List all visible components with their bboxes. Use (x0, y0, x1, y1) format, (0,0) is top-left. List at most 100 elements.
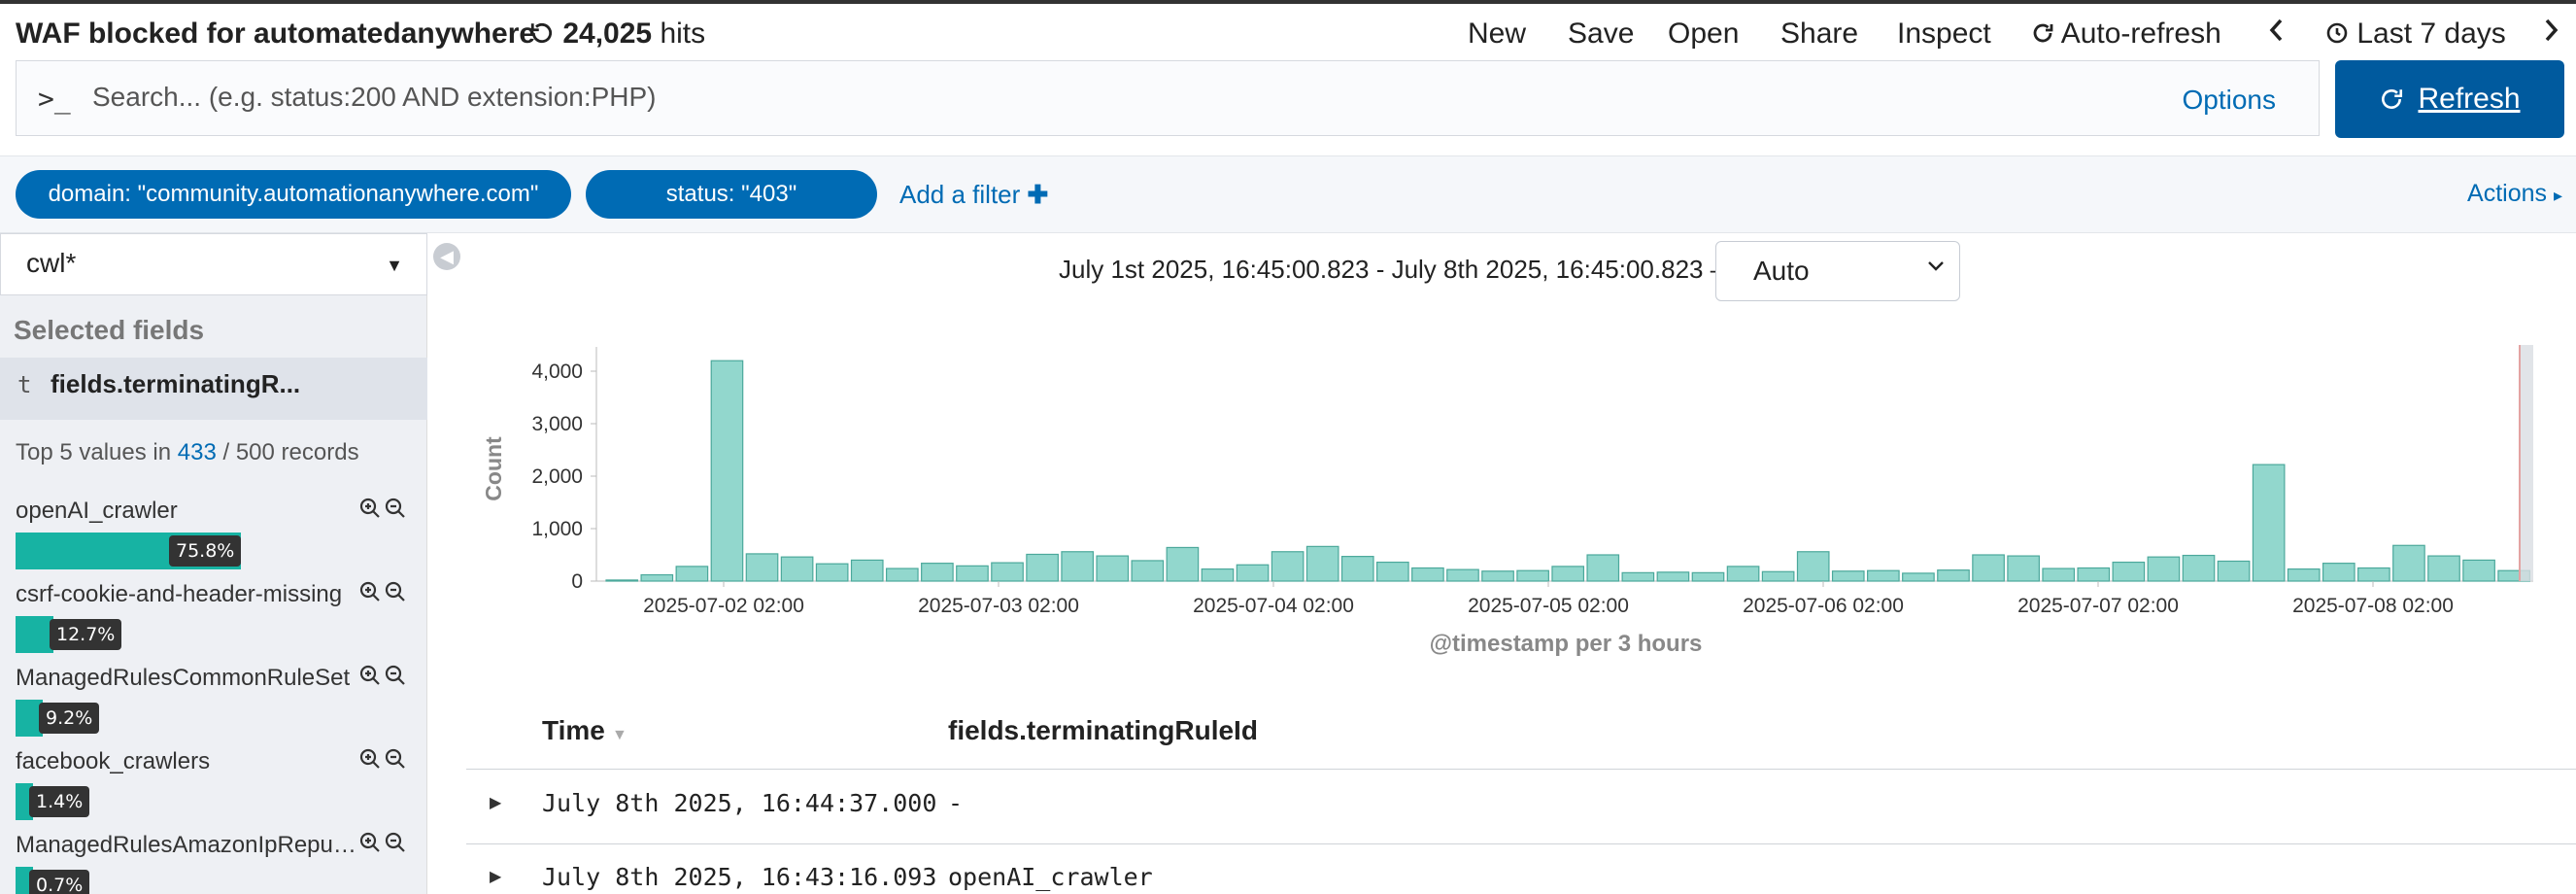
histogram-bar[interactable] (2147, 556, 2181, 582)
histogram-bar[interactable] (640, 573, 674, 582)
histogram-bar[interactable] (2217, 560, 2251, 582)
top-value-bar: 9.2% (16, 700, 313, 737)
filter-pill-domain[interactable]: domain: "community.automationanywhere.co… (16, 170, 571, 219)
histogram-bar[interactable] (1201, 567, 1235, 582)
histogram-bar[interactable] (780, 556, 814, 582)
table-row-rule: openAI_crawler (948, 863, 1153, 891)
field-type-icon: t (17, 371, 32, 398)
histogram-bar[interactable] (2392, 544, 2425, 582)
histogram-bar[interactable] (1831, 570, 1865, 582)
histogram-bar[interactable] (675, 566, 709, 582)
histogram-bar[interactable] (1026, 553, 1059, 582)
zoom-in-icon[interactable] (359, 498, 381, 526)
histogram-bar[interactable] (2042, 567, 2076, 582)
histogram-bar[interactable] (815, 563, 849, 582)
histogram-bar[interactable] (1586, 554, 1620, 582)
histogram-bar[interactable] (1305, 545, 1339, 582)
histogram-bar[interactable] (956, 565, 989, 582)
open-button[interactable]: Open (1668, 17, 1739, 51)
expand-row-icon[interactable]: ▶ (490, 867, 501, 886)
histogram-bar[interactable] (1446, 568, 1479, 582)
histogram-bar[interactable] (1375, 561, 1409, 582)
histogram-bar[interactable] (1411, 567, 1444, 582)
zoom-in-icon[interactable] (359, 832, 381, 860)
interval-select[interactable]: Auto (1715, 241, 1960, 301)
histogram-bar[interactable] (1131, 560, 1165, 582)
search-input[interactable] (92, 77, 2084, 118)
chevron-right-icon (2543, 17, 2560, 50)
histogram-bar[interactable] (2322, 563, 2356, 582)
histogram-bar[interactable] (2007, 555, 2040, 582)
auto-refresh-button[interactable]: Auto-refresh (2031, 17, 2221, 51)
inspect-button[interactable]: Inspect (1897, 17, 1991, 51)
histogram-bar[interactable] (1340, 556, 1374, 582)
histogram-bar[interactable] (710, 360, 744, 582)
histogram-chart[interactable]: 0 1,000 2,000 3,000 4,000 Count 2025-07-02 02:… (466, 330, 2576, 661)
expand-row-icon[interactable]: ▶ (490, 793, 501, 812)
top-values-count-link[interactable]: 433 (178, 439, 217, 465)
zoom-in-icon[interactable] (359, 581, 381, 609)
add-filter-button[interactable]: Add a filter ✚ (899, 180, 1048, 210)
actions-button[interactable]: Actions ▸ (2467, 180, 2562, 208)
zoom-out-icon[interactable] (385, 498, 406, 526)
options-button[interactable]: Options (2183, 85, 2277, 116)
histogram-bar[interactable] (1236, 564, 1270, 582)
reload-icon[interactable] (529, 17, 562, 50)
histogram-bar[interactable] (605, 579, 639, 582)
histogram-bar[interactable] (1166, 546, 1200, 582)
share-button[interactable]: Share (1780, 17, 1858, 51)
table-row-rule: - (948, 789, 964, 817)
histogram-bar[interactable] (1271, 551, 1305, 582)
histogram-bar[interactable] (2427, 555, 2460, 582)
histogram-bar[interactable] (850, 559, 884, 582)
histogram-bar[interactable] (1972, 554, 2005, 582)
zoom-in-icon[interactable] (359, 748, 381, 776)
histogram-bar[interactable] (2287, 567, 2321, 582)
histogram-bar[interactable] (2077, 567, 2111, 582)
refresh-button[interactable]: Refresh (2335, 60, 2564, 138)
collapse-sidebar-icon[interactable]: ◀ (433, 243, 460, 270)
histogram-bar[interactable] (1796, 551, 1830, 582)
x-tick-label: 2025-07-02 02:00 (643, 595, 804, 617)
histogram-bar[interactable] (1937, 569, 1970, 582)
histogram-bar[interactable] (1481, 570, 1514, 582)
histogram-bar[interactable] (745, 553, 779, 582)
histogram-bar[interactable] (885, 567, 919, 582)
histogram-bar[interactable] (1621, 571, 1655, 582)
column-header-time[interactable]: Time (542, 715, 605, 746)
top-value-name: csrf-cookie-and-header-missing (16, 581, 343, 607)
histogram-bar[interactable] (1656, 571, 1690, 582)
histogram-bar[interactable] (1761, 570, 1795, 582)
time-picker-button[interactable]: Last 7 days (2325, 17, 2506, 51)
chevron-left-icon (2267, 17, 2285, 50)
sort-down-icon[interactable]: ▼ (612, 727, 627, 744)
field-name[interactable]: fields.terminatingR... (51, 369, 300, 399)
zoom-out-icon[interactable] (385, 748, 406, 776)
zoom-in-icon[interactable] (359, 665, 381, 693)
zoom-out-icon[interactable] (385, 832, 406, 860)
histogram-bar[interactable] (1061, 551, 1095, 582)
time-back-button[interactable] (2267, 17, 2285, 51)
histogram-bar[interactable] (2357, 567, 2390, 582)
histogram-bar[interactable] (1902, 572, 1935, 582)
index-pattern-select[interactable]: cwl* ▼ (0, 233, 427, 295)
histogram-bar[interactable] (1691, 571, 1725, 582)
histogram-bar[interactable] (991, 562, 1024, 582)
histogram-bar[interactable] (1726, 566, 1760, 582)
new-button[interactable]: New (1468, 17, 1526, 51)
histogram-bar[interactable] (1096, 555, 1130, 582)
histogram-bar[interactable] (921, 563, 954, 582)
histogram-bar[interactable] (2462, 559, 2495, 582)
zoom-out-icon[interactable] (385, 581, 406, 609)
histogram-bar[interactable] (1516, 569, 1549, 582)
histogram-bar[interactable] (2182, 554, 2216, 582)
zoom-out-icon[interactable] (385, 665, 406, 693)
histogram-bar[interactable] (1551, 566, 1585, 582)
column-header-terminating-rule-id[interactable]: fields.terminatingRuleId (948, 715, 1258, 746)
filter-pill-status[interactable]: status: "403" (586, 170, 877, 219)
save-button[interactable]: Save (1568, 17, 1634, 51)
histogram-bar[interactable] (2112, 561, 2146, 582)
time-forward-button[interactable] (2543, 17, 2560, 51)
histogram-bar[interactable] (2252, 464, 2286, 582)
histogram-bar[interactable] (1867, 569, 1900, 582)
